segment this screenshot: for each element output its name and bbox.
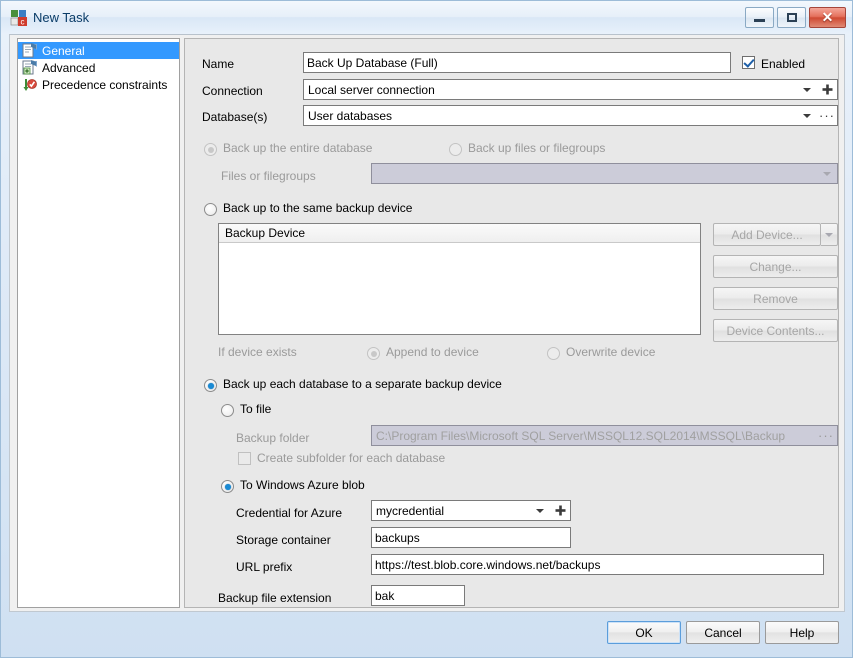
to-azure-blob-label: To Windows Azure blob <box>240 478 365 492</box>
minimize-button[interactable] <box>745 7 774 28</box>
name-input[interactable] <box>303 52 731 73</box>
general-page-panel: Name Enabled Connection Local server con… <box>184 38 839 608</box>
credential-label: Credential for Azure <box>236 506 343 520</box>
to-file-label: To file <box>240 402 272 416</box>
page-general-icon <box>22 43 37 58</box>
ok-button[interactable]: OK <box>607 621 681 644</box>
dialog-footer: OK Cancel Help <box>9 612 845 650</box>
files-or-filegroups-combobox <box>371 163 838 184</box>
if-device-exists-label: If device exists <box>218 345 297 359</box>
enabled-checkbox[interactable] <box>742 56 755 69</box>
remove-button[interactable]: Remove <box>713 287 838 310</box>
dialog-client-area: General Advanced Precedence constraints … <box>9 34 845 612</box>
sidebar-item-label: Advanced <box>42 60 96 75</box>
backup-file-extension-label: Backup file extension <box>218 591 332 605</box>
append-to-device-radio <box>367 347 380 360</box>
backup-same-device-label: Back up to the same backup device <box>223 201 413 215</box>
minimize-icon <box>746 8 773 27</box>
backup-files-filegroups-radio <box>449 143 462 156</box>
name-label: Name <box>202 57 235 71</box>
chevron-down-icon[interactable] <box>799 106 815 125</box>
databases-label: Database(s) <box>202 110 268 124</box>
files-or-filegroups-label: Files or filegroups <box>221 169 316 183</box>
page-advanced-icon <box>22 60 37 75</box>
credential-value: mycredential <box>376 503 445 518</box>
databases-combobox[interactable]: User databases ··· <box>303 105 838 126</box>
sidebar-item-precedence-constraints[interactable]: Precedence constraints <box>18 76 179 93</box>
add-device-dropdown-button[interactable] <box>821 223 838 246</box>
databases-value: User databases <box>308 108 393 123</box>
backup-device-column-header: Backup Device <box>219 224 700 243</box>
change-button[interactable]: Change... <box>713 255 838 278</box>
backup-device-list[interactable]: Backup Device <box>218 223 701 335</box>
backup-entire-database-label: Back up the entire database <box>223 141 373 155</box>
help-button[interactable]: Help <box>765 621 839 644</box>
credential-combobox[interactable]: mycredential <box>371 500 571 521</box>
overwrite-device-label: Overwrite device <box>566 345 656 359</box>
new-task-dialog: c New Task ✕ General Advanced Precedence… <box>0 0 853 658</box>
plus-icon <box>555 505 565 516</box>
device-contents-button[interactable]: Device Contents... <box>713 319 838 342</box>
chevron-down-icon <box>825 232 833 237</box>
connection-value: Local server connection <box>308 82 435 97</box>
chevron-down-icon[interactable] <box>532 501 548 520</box>
maximize-icon <box>778 8 805 27</box>
to-azure-blob-radio[interactable] <box>221 480 234 493</box>
backup-separate-device-radio[interactable] <box>204 379 217 392</box>
overwrite-device-radio <box>547 347 560 360</box>
close-button[interactable]: ✕ <box>809 7 846 28</box>
create-subfolder-checkbox <box>238 452 251 465</box>
create-subfolder-label: Create subfolder for each database <box>257 451 446 465</box>
backup-files-filegroups-label: Back up files or filegroups <box>468 141 606 155</box>
precedence-constraints-icon <box>23 79 37 91</box>
svg-text:c: c <box>21 18 25 27</box>
chevron-down-icon[interactable] <box>799 80 815 99</box>
connection-label: Connection <box>202 84 263 98</box>
title-bar: c New Task ✕ <box>1 1 852 34</box>
to-file-radio[interactable] <box>221 404 234 417</box>
storage-container-input[interactable] <box>371 527 571 548</box>
new-credential-icon[interactable] <box>552 501 568 520</box>
append-to-device-label: Append to device <box>386 345 479 359</box>
databases-more-icon[interactable]: ··· <box>819 106 835 125</box>
plus-icon <box>822 84 832 95</box>
chevron-down-icon <box>819 164 835 183</box>
url-prefix-input[interactable] <box>371 554 824 575</box>
page-selection-tree[interactable]: General Advanced Precedence constraints <box>17 38 180 608</box>
task-icon: c <box>10 10 27 27</box>
browse-folder-icon: ··· <box>818 427 834 443</box>
maximize-button[interactable] <box>777 7 806 28</box>
sidebar-item-general[interactable]: General <box>18 42 179 59</box>
backup-same-device-radio[interactable] <box>204 203 217 216</box>
storage-container-label: Storage container <box>236 533 331 547</box>
window-title: New Task <box>33 10 90 25</box>
backup-file-extension-input[interactable] <box>371 585 465 606</box>
connection-combobox[interactable]: Local server connection <box>303 79 838 100</box>
backup-folder-value: C:\Program Files\Microsoft SQL Server\MS… <box>376 428 786 443</box>
cancel-button[interactable]: Cancel <box>686 621 760 644</box>
url-prefix-label: URL prefix <box>236 560 293 574</box>
sidebar-item-label: General <box>42 43 85 58</box>
backup-separate-device-label: Back up each database to a separate back… <box>223 377 502 391</box>
enabled-label: Enabled <box>761 57 806 71</box>
backup-folder-field: C:\Program Files\Microsoft SQL Server\MS… <box>371 425 838 446</box>
new-connection-icon[interactable] <box>819 80 835 99</box>
close-icon: ✕ <box>821 9 834 25</box>
sidebar-item-advanced[interactable]: Advanced <box>18 59 179 76</box>
sidebar-item-label: Precedence constraints <box>42 77 168 92</box>
backup-entire-database-radio <box>204 143 217 156</box>
backup-folder-label: Backup folder <box>236 431 310 445</box>
add-device-button[interactable]: Add Device... <box>713 223 821 246</box>
